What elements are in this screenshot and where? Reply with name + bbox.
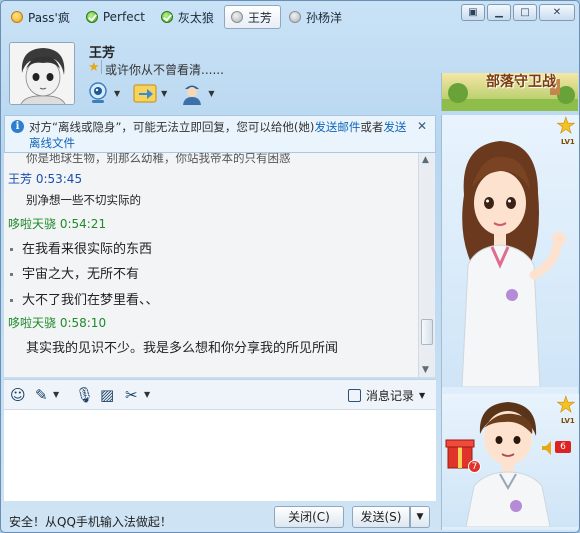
tab-label: 孙杨洋 <box>305 10 342 25</box>
message-line: 其实我的见识不少。我是多么想和你分享我的所见所闻 <box>26 341 339 356</box>
info-icon: i <box>11 120 24 133</box>
chevron-down-icon: ▼ <box>114 88 121 98</box>
svg-text:★: ★ <box>556 394 576 418</box>
chevron-down-icon: ▼ <box>208 88 215 98</box>
qq-status-icon <box>11 11 23 23</box>
image-icon[interactable]: ▨ <box>100 386 114 404</box>
close-notice-icon[interactable]: ✕ <box>417 119 427 133</box>
close-button[interactable]: 关闭(C) <box>274 506 344 528</box>
star-icon: ★ <box>88 60 100 75</box>
message-header: 哆啦天骁 0:54:21 <box>8 217 107 231</box>
tab-label: 王芳 <box>247 10 272 25</box>
message-input[interactable] <box>4 409 436 501</box>
message-text: 在我看来很实际的东西 <box>22 242 153 257</box>
notice-text: 对方“离线或隐身”，可能无法立即回复，您可以给他(她) <box>29 120 315 134</box>
bullet <box>10 273 13 276</box>
contact-signature: 或许你从不曾看清...... <box>105 63 224 77</box>
chat-window: Pass'疯 Perfect 灰太狼 王芳 孙杨洋 ▣ ▁ □ ✕ 王芳 ★ 或… <box>0 0 580 533</box>
send-options-button[interactable]: ▼ <box>410 506 430 528</box>
tab-pass[interactable]: Pass'疯 <box>5 5 78 29</box>
tab-huitailang[interactable]: 灰太狼 <box>155 5 222 29</box>
online-status-icon <box>85 11 98 23</box>
online-status-icon <box>160 11 173 23</box>
send-email-link[interactable]: 发送邮件 <box>314 120 360 134</box>
level-badge: LV1 <box>561 417 575 425</box>
bullet <box>10 299 13 302</box>
notice-message: 对方“离线或隐身”，可能无法立即回复，您可以给他(她)发送邮件或者发送离线文件 <box>29 119 411 151</box>
maximize-button[interactable] <box>513 4 537 21</box>
tab-perfect[interactable]: Perfect <box>80 5 153 29</box>
separator <box>101 60 102 74</box>
offline-notice-bar: i 对方“离线或隐身”，可能无法立即回复，您可以给他(她)发送邮件或者发送离线文… <box>4 115 436 153</box>
close-window-button[interactable] <box>539 4 575 21</box>
send-file-icon <box>132 81 158 105</box>
history-icon <box>348 389 361 402</box>
scroll-thumb[interactable] <box>421 319 433 345</box>
webcam-icon <box>85 81 111 105</box>
avatar[interactable] <box>9 42 75 105</box>
message-line: 别净想一些不切实际的 <box>26 193 141 207</box>
game-ad-banner[interactable]: 部落守卫战 <box>441 73 578 111</box>
scroll-down-icon[interactable]: ▼ <box>422 365 429 375</box>
chevron-down-icon[interactable]: ▼ <box>144 390 150 399</box>
bullet <box>10 248 13 251</box>
remote-assist-button[interactable]: ▼ <box>179 81 214 105</box>
message-history[interactable]: 你是地球生物，别那么幼稚，你站我帝本的只有困惑 王芳 0:53:45 别净想一些… <box>4 153 418 377</box>
tab-wangfang[interactable]: 王芳 <box>223 5 281 29</box>
conversation-tabs: Pass'疯 Perfect 灰太狼 王芳 孙杨洋 <box>5 5 350 31</box>
tab-label: 灰太狼 <box>177 10 214 25</box>
scroll-up-icon[interactable]: ▲ <box>422 155 429 165</box>
level-badge: LV1 <box>561 138 575 146</box>
chevron-down-icon: ▼ <box>161 88 168 98</box>
message-text: 宇宙之大，无所不有 <box>22 267 140 282</box>
gift-count-badge[interactable]: 7 <box>468 460 481 473</box>
message-header: 哆啦天骁 0:58:10 <box>8 316 107 330</box>
message-history-button[interactable]: 消息记录 ▼ <box>348 387 425 404</box>
message-header: 王芳 0:53:45 <box>8 172 83 186</box>
voice-clip-icon[interactable]: 🎙 <box>75 386 94 404</box>
chat-scrollbar[interactable]: ▲ ▼ <box>418 153 435 377</box>
emoji-icon[interactable]: ☺ <box>10 386 26 404</box>
ad-title: 部落守卫战 <box>486 74 556 90</box>
peer-qq-show[interactable]: ★ LV1 <box>442 115 579 387</box>
font-style-icon[interactable]: ✎ <box>35 386 48 404</box>
message-line: 大不了我们在梦里看、、 <box>10 289 159 308</box>
send-button[interactable]: 发送(S) <box>352 506 410 528</box>
window-controls <box>461 4 575 21</box>
minimize-button[interactable] <box>487 4 511 21</box>
send-file-button[interactable]: ▼ <box>132 81 167 105</box>
message-line: 宇宙之大，无所不有 <box>10 263 139 282</box>
svg-text:★: ★ <box>556 115 576 139</box>
person-icon <box>179 81 205 105</box>
skin-button[interactable] <box>461 4 485 21</box>
tab-label: Perfect <box>102 10 145 24</box>
video-call-button[interactable]: ▼ <box>85 81 120 105</box>
offline-status-icon <box>288 11 301 23</box>
history-label: 消息记录 <box>366 389 415 403</box>
tab-label: Pass'疯 <box>28 10 70 25</box>
message-line: 你是地球生物，别那么幼稚，你站我帝本的只有困惑 <box>26 153 291 165</box>
notice-text-middle: 或者 <box>360 120 384 134</box>
message-line: 在我看来很实际的东西 <box>10 238 152 257</box>
message-text: 大不了我们在梦里看、、 <box>22 293 159 308</box>
qq-show-panel: ★ LV1 ★ LV1 7 6 <box>441 115 579 530</box>
volume-badge[interactable]: 6 <box>555 441 571 453</box>
input-toolbar: ☺ ✎ ▼ 🎙 ▨ ✂ ▼ 消息记录 ▼ <box>4 379 436 409</box>
chevron-down-icon: ▼ <box>419 391 426 400</box>
self-qq-show[interactable]: ★ LV1 7 6 <box>442 394 579 527</box>
offline-status-icon <box>230 11 243 23</box>
contact-name: 王芳 <box>89 46 116 61</box>
tab-sunyangyang[interactable]: 孙杨洋 <box>283 5 350 29</box>
screenshot-scissors-icon[interactable]: ✂ <box>125 386 138 404</box>
footer-tip[interactable]: 安全！从QQ手机输入法做起！ <box>9 513 172 530</box>
chevron-down-icon[interactable]: ▼ <box>53 390 59 399</box>
contact-toolbar: ▼ ▼ ▼ <box>85 81 214 105</box>
